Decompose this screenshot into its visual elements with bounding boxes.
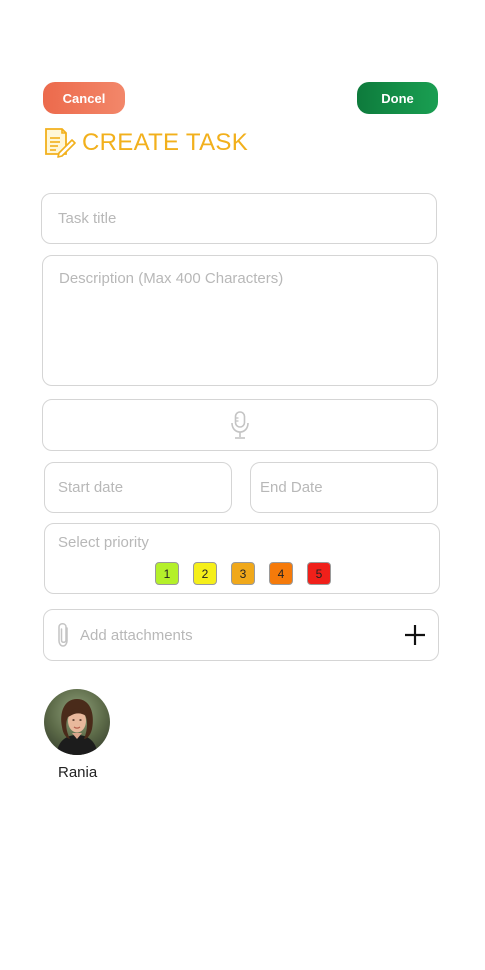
priority-selector: Select priority 1 2 3 4 5: [44, 523, 440, 594]
page-title: CREATE TASK: [82, 128, 249, 156]
paperclip-icon: [58, 623, 68, 647]
priority-option-5[interactable]: 5: [307, 562, 331, 585]
description-input[interactable]: [59, 270, 421, 371]
task-title-field[interactable]: [41, 193, 437, 244]
start-date-field[interactable]: [44, 462, 232, 513]
assignee-avatar[interactable]: [44, 689, 110, 755]
notepad-pencil-icon: [45, 128, 76, 158]
voice-input-field[interactable]: [42, 399, 438, 451]
microphone-icon[interactable]: [230, 410, 250, 440]
priority-option-1[interactable]: 1: [155, 562, 179, 585]
cancel-button[interactable]: Cancel: [43, 82, 125, 114]
priority-option-2[interactable]: 2: [193, 562, 217, 585]
create-task-screen: Cancel Done CREATE TASK Task title Descr…: [0, 0, 485, 970]
description-field[interactable]: [42, 255, 438, 386]
priority-options: 1 2 3 4 5: [155, 562, 331, 585]
priority-option-3[interactable]: 3: [231, 562, 255, 585]
priority-option-4[interactable]: 4: [269, 562, 293, 585]
start-date-input[interactable]: [58, 479, 218, 496]
page-header: CREATE TASK: [43, 126, 248, 159]
add-attachments-field[interactable]: Add attachments: [43, 609, 439, 661]
task-title-input[interactable]: [58, 210, 420, 227]
avatar-photo: [44, 689, 110, 755]
end-date-input[interactable]: [260, 479, 428, 496]
plus-icon[interactable]: [404, 624, 426, 646]
done-button[interactable]: Done: [357, 82, 438, 114]
priority-label: Select priority: [58, 534, 149, 551]
assignee-name: Rania: [58, 764, 98, 781]
end-date-field[interactable]: [250, 462, 438, 513]
add-attachments-label: Add attachments: [80, 626, 193, 644]
